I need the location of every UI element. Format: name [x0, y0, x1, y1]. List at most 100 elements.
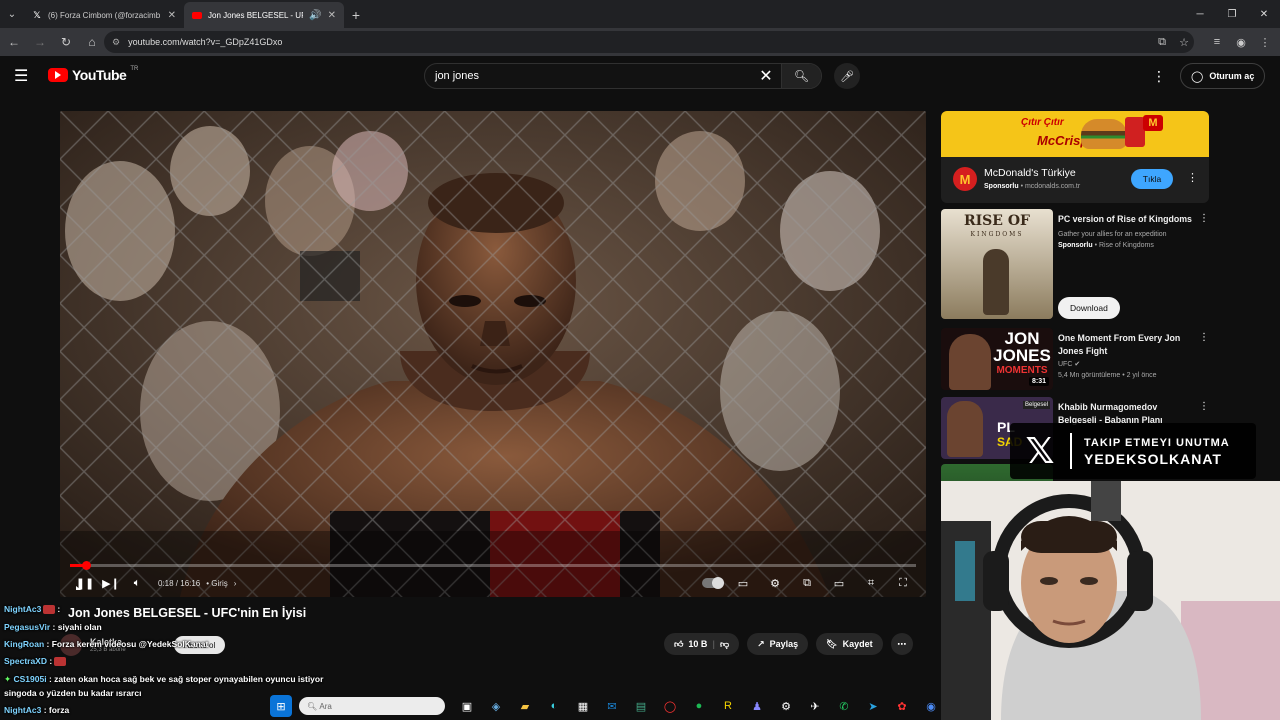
subtitles-icon[interactable]: ▭: [730, 571, 756, 595]
thumbs-down-icon[interactable]: 👎︎: [720, 639, 729, 650]
chat-message: NightAc3 : forza: [4, 705, 69, 715]
more-actions-icon[interactable]: ⋯: [890, 633, 913, 655]
progress-scrubber[interactable]: [82, 561, 92, 570]
progress-bar[interactable]: [70, 561, 916, 570]
chrome-icon[interactable]: ◉: [920, 695, 942, 717]
browser-tab-1[interactable]: 𝕏 (6) Forza Cimbom (@forzacimb ✕: [24, 2, 184, 28]
more-options-icon[interactable]: ⋮: [1199, 401, 1209, 412]
browser-menu-icon[interactable]: ⋮: [1255, 32, 1275, 52]
video-meta: 5,4 Mn görüntüleme • 2 yıl önce: [1058, 372, 1157, 379]
chat-user: PegasusVir: [4, 622, 51, 632]
clear-search-icon[interactable]: ✕: [751, 66, 781, 86]
drink-image: [1125, 117, 1145, 147]
voice-search-button[interactable]: 🎤︎: [834, 63, 860, 89]
store-icon[interactable]: ▦: [572, 695, 594, 717]
app-r-icon[interactable]: R: [717, 695, 739, 717]
tab-search-button[interactable]: ⌄: [0, 0, 24, 28]
sidebar-video-item[interactable]: JON JONES MOMENTS 8:31 One Moment From E…: [941, 328, 1209, 392]
settings-more-icon[interactable]: ⋮: [1152, 68, 1166, 85]
back-button[interactable]: ←: [2, 30, 26, 54]
chevron-right-icon[interactable]: ›: [234, 579, 237, 588]
video-thumbnail[interactable]: JON JONES MOMENTS 8:31: [941, 328, 1053, 390]
steam-icon[interactable]: ⚙: [775, 695, 797, 717]
home-button[interactable]: ⌂: [80, 30, 104, 54]
telegram-icon[interactable]: ➤: [862, 695, 884, 717]
edge-icon[interactable]: ◐: [543, 695, 565, 717]
whatsapp-icon[interactable]: ✆: [833, 695, 855, 717]
download-button[interactable]: Download: [1058, 297, 1120, 319]
youtube-icon: [192, 10, 202, 20]
bookmark-star-icon[interactable]: ☆: [1174, 32, 1194, 52]
next-icon[interactable]: ▶❙: [98, 571, 124, 595]
more-options-icon[interactable]: ⋮: [1199, 332, 1209, 343]
reload-button[interactable]: ↻: [54, 30, 78, 54]
close-icon[interactable]: ✕: [168, 10, 176, 21]
miniplayer-icon[interactable]: ⧉: [794, 571, 820, 595]
search-icon: 🔍︎: [793, 69, 810, 83]
video-thumbnail[interactable]: RISE OF KINGDOMS: [941, 209, 1053, 319]
menu-icon[interactable]: ☰: [14, 66, 28, 86]
x-logo-icon: 𝕏: [1025, 430, 1055, 472]
outlook-icon[interactable]: ✉: [601, 695, 623, 717]
task-view-icon[interactable]: ▣: [456, 695, 478, 717]
video-title[interactable]: One Moment From Every Jon Jones Fight: [1058, 332, 1194, 358]
video-title[interactable]: PC version of Rise of Kingdoms: [1058, 213, 1194, 226]
volume-icon[interactable]: 🔈︎: [124, 571, 150, 595]
opera-icon[interactable]: ◯: [659, 695, 681, 717]
teams-icon[interactable]: ♟: [746, 695, 768, 717]
mcdonalds-avatar-icon[interactable]: M: [953, 167, 977, 191]
search-input[interactable]: jon jones: [425, 70, 751, 82]
chat-text: singoda o yüzden bu kadar ısrarcı: [4, 688, 142, 698]
maximize-button[interactable]: ❐: [1216, 0, 1248, 28]
ad-cta-button[interactable]: Tıkla: [1131, 169, 1173, 189]
video-actions: 👍︎ 10 B | 👎︎ ↗ Paylaş 🔖︎ Kaydet ⋯: [664, 632, 913, 656]
app-icon[interactable]: ✿: [891, 695, 913, 717]
more-options-icon[interactable]: ⋮: [1187, 171, 1198, 184]
gear-icon[interactable]: ⚙: [762, 571, 788, 595]
spotify-icon[interactable]: ●: [688, 695, 710, 717]
chapter-label[interactable]: • Giriş: [206, 579, 227, 588]
new-tab-button[interactable]: +: [344, 2, 368, 28]
minimize-button[interactable]: ─: [1184, 0, 1216, 28]
install-app-icon[interactable]: ⧉: [1152, 32, 1172, 52]
share-button[interactable]: ↗ Paylaş: [747, 633, 809, 655]
cast-icon[interactable]: ⌗: [858, 571, 884, 595]
fullscreen-icon[interactable]: ⛶: [890, 571, 916, 595]
app-icon[interactable]: ▤: [630, 695, 652, 717]
file-explorer-icon[interactable]: ▰: [514, 695, 536, 717]
search-icon: 🔍︎: [307, 701, 318, 711]
close-window-button[interactable]: ✕: [1248, 0, 1280, 28]
signin-button[interactable]: ◯ Oturum aç: [1180, 63, 1266, 89]
theater-mode-icon[interactable]: ▭: [826, 571, 852, 595]
speaker-icon[interactable]: 🔊: [309, 10, 321, 21]
save-button[interactable]: 🔖︎ Kaydet: [816, 633, 883, 655]
copilot-icon[interactable]: ◈: [485, 695, 507, 717]
ad-domain: mcdonalds.com.tr: [1024, 183, 1081, 190]
more-options-icon[interactable]: ⋮: [1199, 213, 1209, 224]
like-button[interactable]: 👍︎ 10 B | 👎︎: [664, 633, 740, 655]
browser-tab-2[interactable]: Jon Jones BELGESEL - UFC'ni 🔊 ✕: [184, 2, 344, 28]
url-field[interactable]: ⚙ youtube.com/watch?v=_GDpZ41GDxo: [104, 31, 1194, 53]
app-icon[interactable]: ✈: [804, 695, 826, 717]
media-controls-icon[interactable]: ≡: [1207, 32, 1227, 52]
sidebar-video-item[interactable]: RISE OF KINGDOMS PC version of Rise of K…: [941, 209, 1209, 321]
close-icon[interactable]: ✕: [328, 10, 336, 21]
video-duration: 8:31: [1028, 377, 1049, 386]
ad-advertiser[interactable]: McDonald's Türkiye: [984, 167, 1076, 179]
taskbar-search[interactable]: 🔍︎ Ara: [299, 697, 445, 715]
forward-button[interactable]: →: [28, 30, 52, 54]
search-button[interactable]: 🔍︎: [781, 64, 821, 88]
youtube-logo[interactable]: YouTube TR: [48, 66, 138, 83]
thumbs-up-icon: 👍︎: [674, 638, 684, 649]
account-icon: ◯: [1191, 70, 1204, 83]
site-info-icon[interactable]: ⚙: [112, 37, 120, 48]
ad-banner[interactable]: Çıtır Çıtır McCrispy M: [941, 111, 1209, 157]
pause-icon[interactable]: ❚❚: [72, 571, 98, 595]
share-label: Paylaş: [769, 639, 799, 649]
follow-overlay-banner: 𝕏 TAKIP ETMEYI UNUTMA YEDEKSOLKANAT: [1010, 423, 1256, 479]
browser-tabbar: ⌄ 𝕏 (6) Forza Cimbom (@forzacimb ✕ Jon J…: [0, 0, 1280, 28]
windows-start-icon[interactable]: ⊞: [270, 695, 292, 717]
video-player[interactable]: ❚❚ ▶❙ 🔈︎ 0:18 / 16:16 • Giriş › ▭ ⚙ ⧉ ▭ …: [60, 111, 926, 597]
profile-icon[interactable]: ◉: [1231, 32, 1251, 52]
autoplay-toggle[interactable]: [702, 577, 724, 589]
